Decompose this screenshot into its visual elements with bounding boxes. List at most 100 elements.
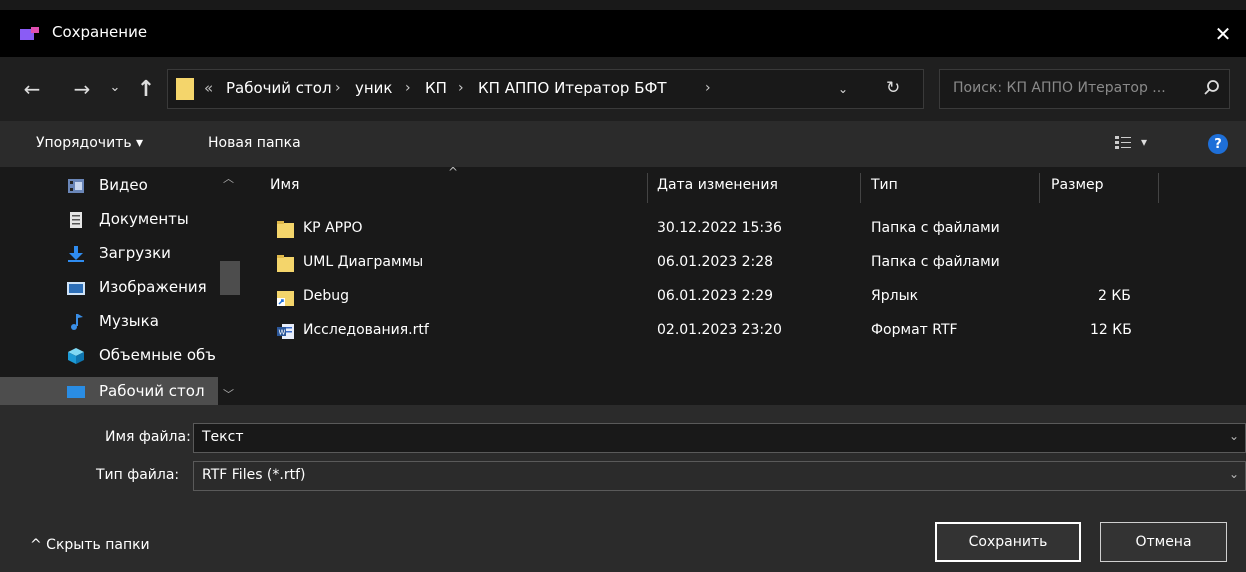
- search-input[interactable]: Поиск: КП АППО Итератор ...: [939, 69, 1230, 109]
- file-list: ^ Имя Дата изменения Тип Размер KP APPO …: [243, 165, 1246, 405]
- breadcrumb-separator[interactable]: ›: [705, 80, 711, 96]
- scrollbar-thumb[interactable]: [220, 261, 240, 295]
- column-divider[interactable]: [1039, 173, 1040, 203]
- command-toolbar: Упорядочить ▾ Новая папка ▾ ?: [0, 121, 1246, 167]
- downloads-icon: [68, 246, 84, 262]
- filename-label: Имя файла:: [105, 429, 191, 445]
- sidebar-item-3d-objects[interactable]: Объемные объекты: [0, 339, 218, 373]
- file-name: Исследования.rtf: [303, 322, 429, 338]
- sidebar-item-desktop[interactable]: Рабочий стол: [0, 377, 218, 405]
- chevron-down-icon[interactable]: ⌄: [1229, 429, 1239, 443]
- file-row[interactable]: UML Диаграммы 06.01.2023 2:28 Папка с фа…: [243, 247, 1246, 281]
- documents-icon: [70, 212, 82, 228]
- filetype-label: Тип файла:: [96, 467, 180, 483]
- music-icon: [71, 314, 83, 330]
- scroll-down-icon[interactable]: ﹀: [223, 386, 234, 402]
- breadcrumb-separator[interactable]: ›: [458, 80, 464, 96]
- sidebar-item-pictures[interactable]: Изображения: [0, 271, 218, 305]
- file-type: Папка с файлами: [871, 254, 1000, 270]
- search-placeholder: Поиск: КП АППО Итератор ...: [953, 80, 1166, 96]
- sidebar-item-label: Музыка: [99, 312, 159, 330]
- column-divider[interactable]: [1158, 173, 1159, 203]
- navigation-pane: Видео Документы Загрузки Изображения Муз…: [0, 167, 243, 405]
- filename-value: Текст: [202, 429, 244, 445]
- chevron-down-icon: ⌄: [109, 79, 121, 95]
- desktop-icon: [67, 386, 85, 398]
- breadcrumb-separator[interactable]: ›: [405, 80, 411, 96]
- forward-button[interactable]: →: [68, 75, 96, 103]
- sidebar-item-label: Документы: [99, 210, 189, 228]
- file-row[interactable]: KP APPO 30.12.2022 15:36 Папка с файлами: [243, 213, 1246, 247]
- file-date: 06.01.2023 2:29: [657, 288, 774, 304]
- breadcrumb-desktop[interactable]: Рабочий стол: [226, 79, 332, 97]
- sidebar-item-downloads[interactable]: Загрузки: [0, 237, 218, 271]
- column-header-name[interactable]: Имя: [270, 177, 299, 193]
- app-icon: [20, 27, 39, 40]
- address-dropdown-icon[interactable]: ⌄: [838, 82, 848, 96]
- organize-button[interactable]: Упорядочить ▾: [36, 135, 143, 151]
- cancel-button[interactable]: Отмена: [1100, 522, 1227, 562]
- pictures-icon: [67, 282, 85, 295]
- window-title: Сохранение: [52, 23, 148, 41]
- sidebar-item-label: Изображения: [99, 278, 207, 296]
- details-view-icon: [1115, 136, 1131, 149]
- refresh-icon[interactable]: ↻: [886, 78, 900, 98]
- breadcrumb-kp[interactable]: КП: [425, 79, 447, 97]
- sidebar-item-label: Видео: [99, 176, 148, 194]
- file-size: 2 КБ: [1098, 288, 1131, 304]
- filename-input[interactable]: Текст ⌄: [193, 423, 1246, 453]
- close-icon: ✕: [1214, 21, 1232, 46]
- file-name: UML Диаграммы: [303, 254, 424, 270]
- column-header-size[interactable]: Размер: [1051, 177, 1104, 193]
- file-type: Ярлык: [871, 288, 919, 304]
- video-icon: [68, 179, 84, 193]
- sidebar-item-music[interactable]: Музыка: [0, 305, 218, 339]
- view-options-button[interactable]: ▾: [1115, 135, 1147, 149]
- file-date: 30.12.2022 15:36: [657, 220, 782, 236]
- chevron-down-icon[interactable]: ⌄: [1229, 467, 1239, 481]
- save-button[interactable]: Сохранить: [935, 522, 1081, 562]
- 3d-objects-icon: [68, 348, 84, 364]
- sidebar-item-label: Рабочий стол: [99, 382, 205, 400]
- column-divider[interactable]: [647, 173, 648, 203]
- back-arrow-icon: ←: [23, 77, 41, 101]
- save-form: Имя файла: Текст ⌄ Тип файла: RTF Files …: [0, 405, 1246, 572]
- file-row[interactable]: Debug 06.01.2023 2:29 Ярлык 2 КБ: [243, 281, 1246, 315]
- new-folder-button[interactable]: Новая папка: [208, 135, 301, 151]
- title-bar: Сохранение ✕: [0, 10, 1246, 57]
- search-icon[interactable]: [1203, 79, 1221, 97]
- up-arrow-icon: ↑: [136, 76, 156, 102]
- back-button[interactable]: ←: [18, 75, 46, 103]
- filetype-select[interactable]: RTF Files (*.rtf) ⌄: [193, 461, 1246, 491]
- breadcrumb-unik[interactable]: уник: [355, 79, 393, 97]
- sidebar-scrollbar[interactable]: ︿ ﹀: [218, 167, 243, 405]
- recent-locations-button[interactable]: ⌄: [105, 73, 125, 101]
- file-type: Папка с файлами: [871, 220, 1000, 236]
- scroll-up-icon[interactable]: ︿: [223, 170, 234, 186]
- shortcut-icon: [277, 291, 294, 306]
- column-divider[interactable]: [860, 173, 861, 203]
- breadcrumb-separator[interactable]: ›: [335, 80, 341, 96]
- navigation-bar: ← → ⌄ ↑ « Рабочий стол › уник › КП › КП …: [0, 57, 1246, 121]
- file-name: KP APPO: [303, 220, 363, 236]
- up-button[interactable]: ↑: [134, 75, 158, 103]
- sidebar-item-documents[interactable]: Документы: [0, 203, 218, 237]
- help-icon[interactable]: ?: [1208, 134, 1228, 154]
- column-header-type[interactable]: Тип: [871, 177, 898, 193]
- close-button[interactable]: ✕: [1200, 10, 1246, 57]
- file-row[interactable]: W Исследования.rtf 02.01.2023 23:20 Форм…: [243, 315, 1246, 349]
- chevron-down-icon: ▾: [1141, 135, 1148, 149]
- column-header-date[interactable]: Дата изменения: [657, 177, 778, 193]
- sidebar-item-label: Объемные объекты: [99, 346, 216, 364]
- svg-text:W: W: [279, 329, 286, 337]
- file-date: 02.01.2023 23:20: [657, 322, 782, 338]
- sidebar-item-video[interactable]: Видео: [0, 169, 218, 203]
- folder-icon: [277, 255, 294, 272]
- filetype-value: RTF Files (*.rtf): [202, 467, 306, 483]
- address-bar[interactable]: « Рабочий стол › уник › КП › КП АППО Ите…: [167, 69, 924, 109]
- sidebar-item-label: Загрузки: [99, 244, 171, 262]
- breadcrumb-overflow[interactable]: «: [204, 79, 213, 97]
- breadcrumb-current-folder[interactable]: КП АППО Итератор БФТ: [478, 79, 667, 97]
- hide-folders-button[interactable]: ^ Скрыть папки: [30, 537, 150, 553]
- file-type: Формат RTF: [871, 322, 958, 338]
